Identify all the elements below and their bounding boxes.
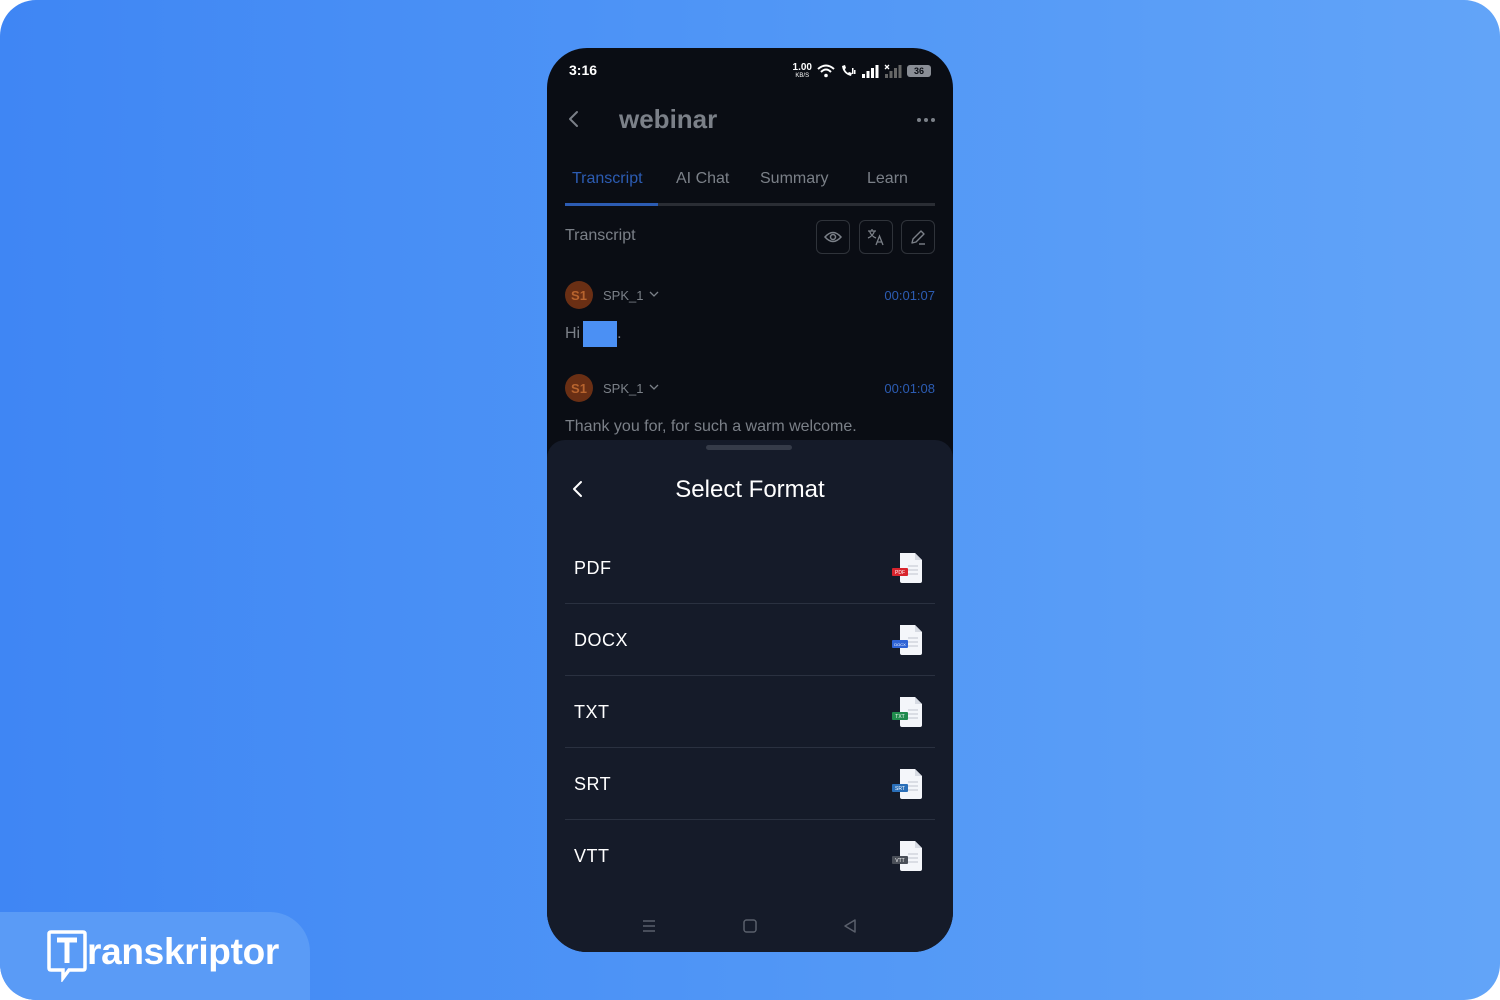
chevron-down-icon[interactable]	[649, 382, 659, 392]
tab-active-indicator	[565, 203, 658, 206]
menu-icon[interactable]	[639, 916, 659, 936]
file-badge-label: DOCX	[894, 642, 906, 647]
format-bottom-sheet: Select Format PDF PDF DOCX DOCX TXT TXT SRT SRT…	[547, 440, 953, 952]
file-vtt-icon: VTT	[892, 841, 922, 871]
transcript-entry: S1 SPK_1 00:01:07 Hi.	[565, 281, 935, 351]
tab-learn[interactable]: Learn	[867, 170, 908, 188]
eye-icon	[824, 231, 842, 243]
format-option-txt[interactable]: TXT TXT	[565, 676, 935, 748]
system-nav-bar	[547, 916, 953, 940]
format-option-srt[interactable]: SRT SRT	[565, 748, 935, 820]
call-icon	[842, 65, 856, 76]
back-triangle-icon[interactable]	[840, 916, 860, 936]
format-label: DOCX	[574, 630, 629, 650]
status-icons: 1.00 KB/S 36	[793, 62, 931, 80]
chevron-down-icon[interactable]	[649, 289, 659, 299]
file-txt-icon: TXT	[892, 697, 922, 727]
net-speed-unit: KB/S	[795, 73, 810, 79]
net-speed: 1.00 KB/S	[792, 62, 812, 80]
battery-icon: 36	[907, 65, 931, 77]
format-label: VTT	[574, 846, 610, 866]
transcript-section-label: Transcript	[565, 227, 636, 244]
brand-name: ranskriptor	[87, 931, 280, 972]
home-icon[interactable]	[740, 916, 760, 936]
view-button[interactable]	[816, 220, 850, 254]
file-badge-label: VTT	[895, 858, 904, 864]
more-horizontal-icon[interactable]	[915, 110, 937, 130]
format-label: SRT	[574, 774, 612, 794]
background-canvas: 3:16 1.00 KB/S 36 webinar Transcript AI …	[0, 0, 1500, 1000]
tab-transcript[interactable]: Transcript	[572, 170, 643, 188]
format-label: TXT	[574, 702, 610, 722]
file-docx-icon: DOCX	[892, 625, 922, 655]
file-pdf-icon: PDF	[892, 553, 922, 583]
file-badge-label: SRT	[895, 786, 905, 792]
sheet-drag-handle[interactable]	[706, 445, 792, 450]
timestamp[interactable]: 00:01:08	[884, 381, 935, 396]
edit-button[interactable]	[901, 220, 935, 254]
transcript-text: Hi.	[565, 321, 622, 347]
page-title: webinar	[619, 104, 718, 134]
transkriptor-logo-icon	[47, 930, 87, 982]
chevron-left-icon[interactable]	[563, 108, 585, 130]
wifi-icon	[817, 64, 835, 78]
format-label: PDF	[574, 558, 612, 578]
file-badge-label: PDF	[895, 570, 905, 576]
sheet-title: Select Format	[675, 476, 825, 503]
transcript-text: Thank you for, for such a warm welcome.	[565, 418, 857, 435]
translate-button[interactable]	[859, 220, 893, 254]
avatar: S1	[565, 374, 593, 402]
file-badge-label: TXT	[895, 714, 904, 720]
timestamp[interactable]: 00:01:07	[884, 288, 935, 303]
text-before: Hi	[565, 325, 581, 343]
tab-summary[interactable]: Summary	[760, 170, 828, 188]
file-srt-icon: SRT	[892, 769, 922, 799]
net-speed-value: 1.00	[792, 62, 812, 73]
format-option-docx[interactable]: DOCX DOCX	[565, 604, 935, 676]
signal-weak-icon	[884, 64, 902, 78]
speaker-name[interactable]: SPK_1	[603, 381, 643, 396]
phone-screen: 3:16 1.00 KB/S 36 webinar Transcript AI …	[547, 48, 953, 952]
avatar: S1	[565, 281, 593, 309]
signal-icon	[862, 65, 879, 78]
redacted-block	[583, 321, 618, 347]
transcript-entry: S1 SPK_1 00:01:08 Thank you for, for suc…	[565, 374, 935, 444]
speaker-name[interactable]: SPK_1	[603, 288, 643, 303]
format-option-vtt[interactable]: VTT VTT	[565, 820, 935, 892]
format-option-pdf[interactable]: PDF PDF	[565, 532, 935, 604]
edit-icon	[911, 230, 925, 245]
text-after: .	[617, 325, 622, 343]
translate-icon	[867, 229, 884, 246]
tab-bar: Transcript AI Chat Summary Learn	[565, 168, 935, 208]
tab-ai-chat[interactable]: AI Chat	[676, 170, 729, 188]
status-time: 3:16	[569, 62, 598, 78]
